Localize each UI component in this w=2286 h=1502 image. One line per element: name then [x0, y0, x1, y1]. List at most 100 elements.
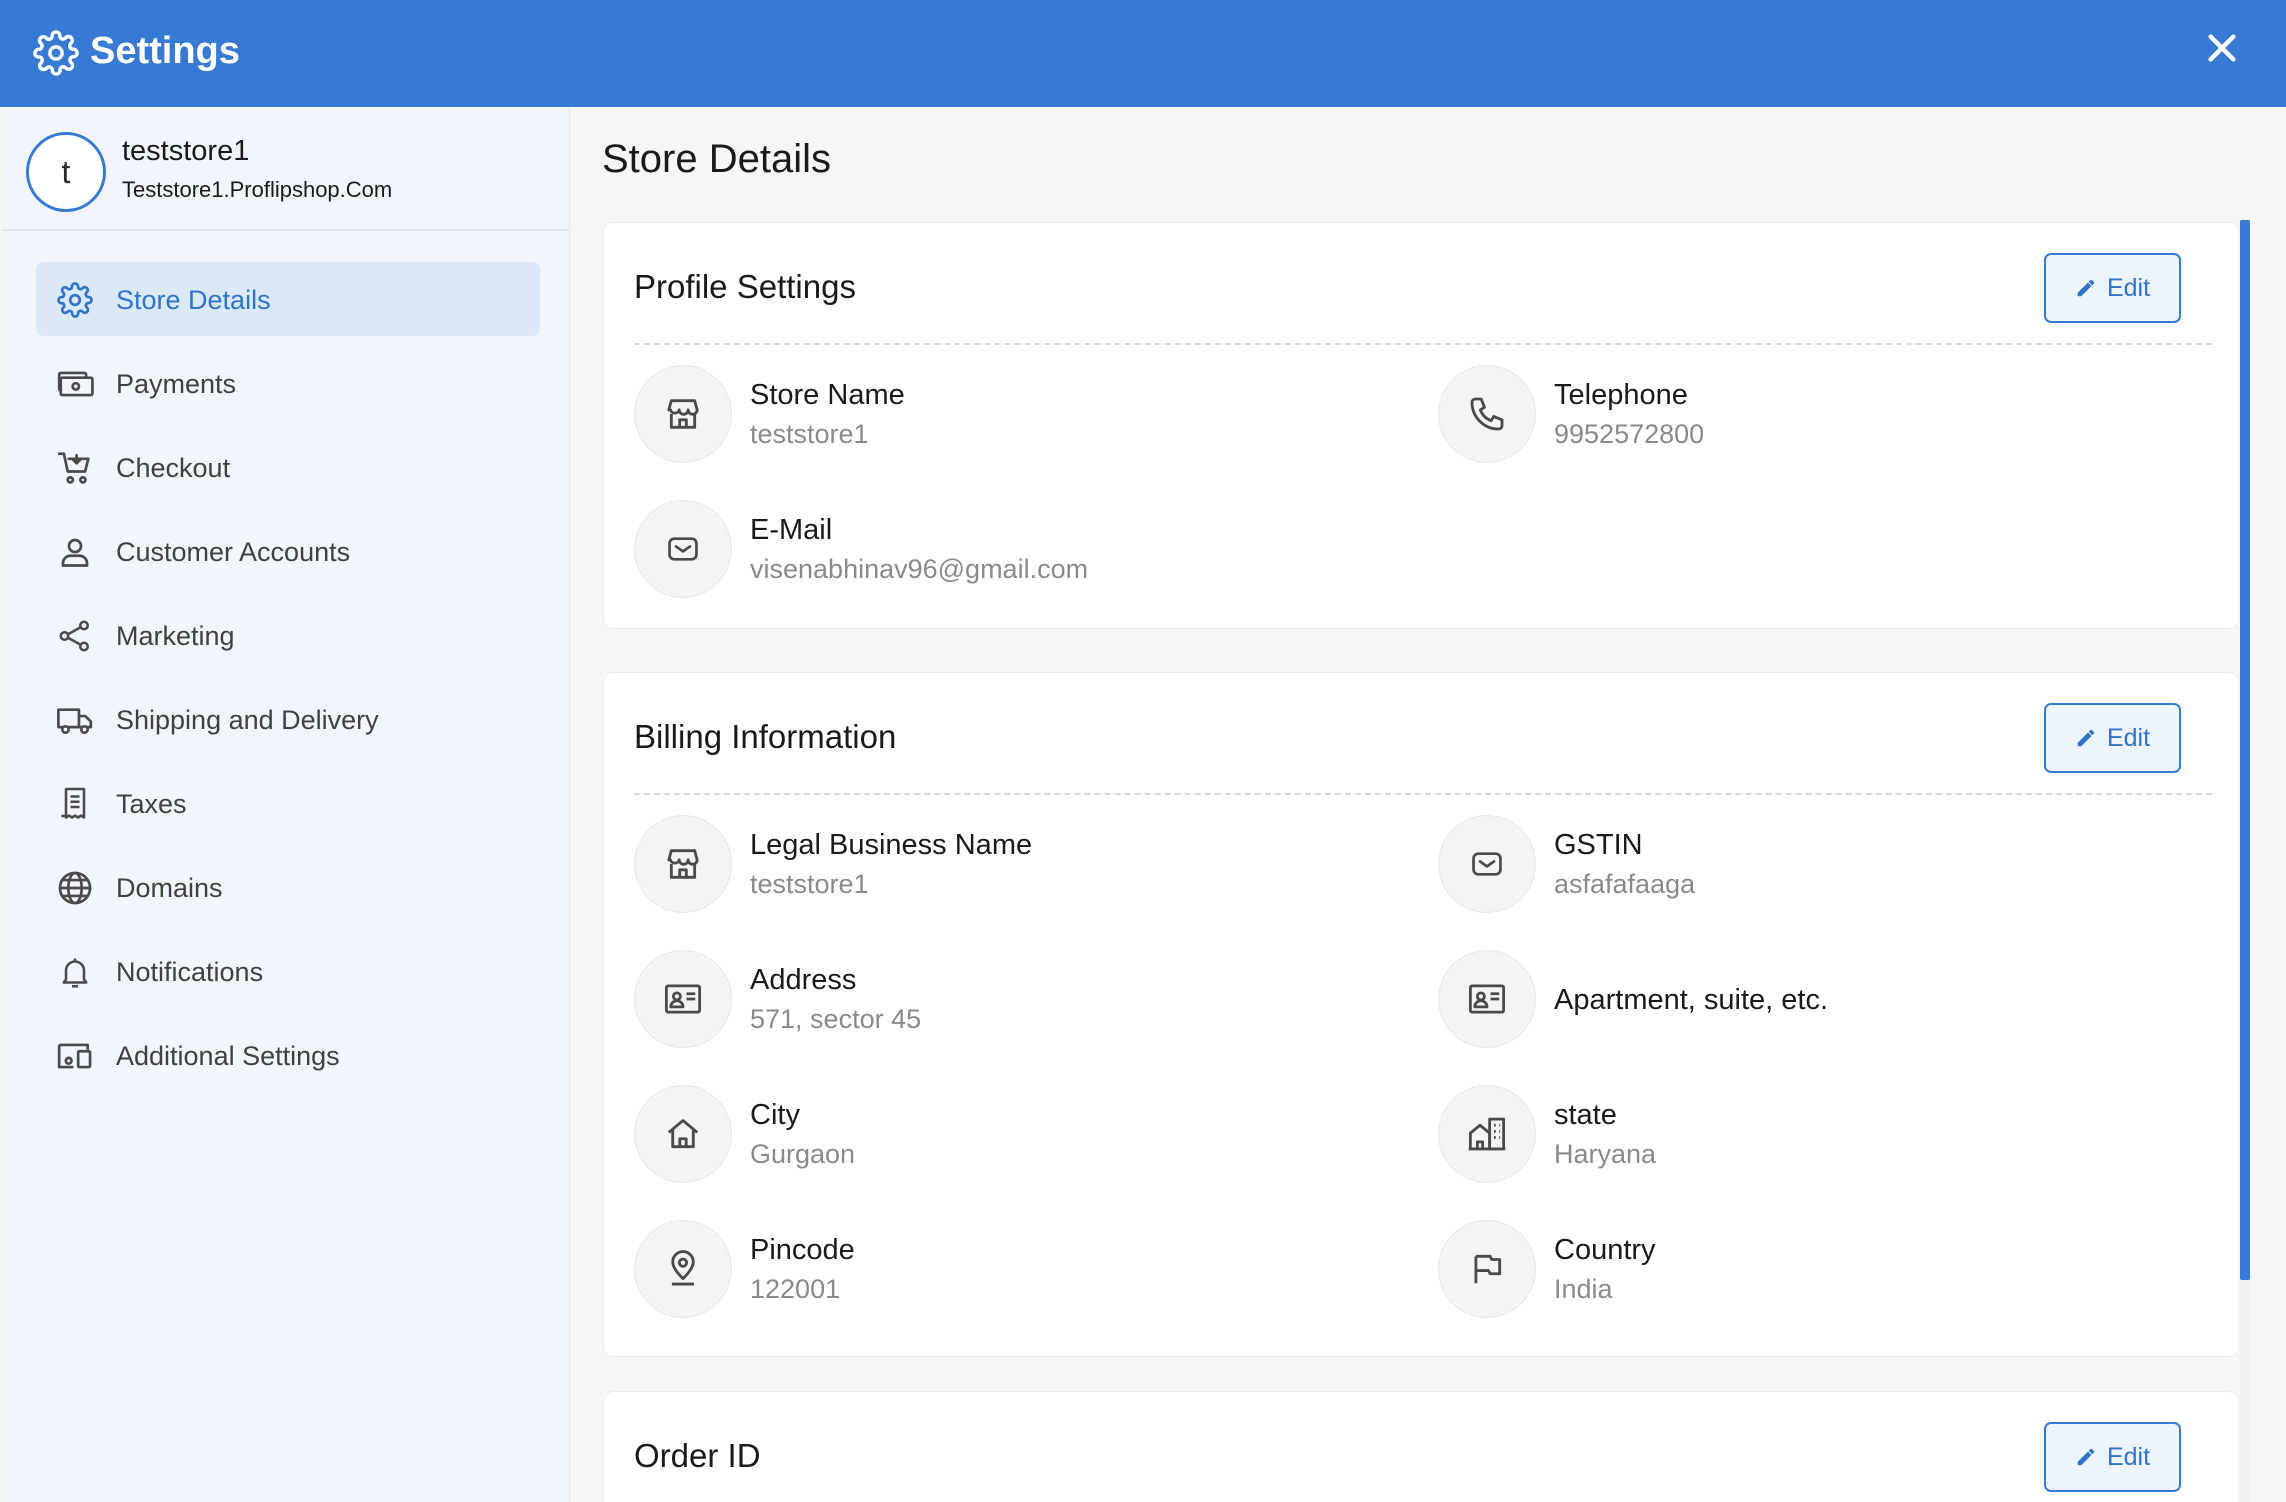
- sidebar-item-shipping[interactable]: Shipping and Delivery: [36, 682, 540, 756]
- field-label: Telephone: [1554, 379, 1688, 411]
- gstin-field: GSTIN asfafafaaga: [1438, 815, 2178, 915]
- id-card-icon: [1438, 950, 1536, 1048]
- sidebar-item-label: Store Details: [116, 285, 271, 315]
- store-url: Teststore1.Proflipshop.Com: [122, 177, 393, 202]
- email-field: E-Mail visenabhinav96@gmail.com: [634, 500, 1374, 600]
- sidebar-item-label: Checkout: [116, 453, 231, 483]
- edit-label: Edit: [2106, 273, 2151, 302]
- profile-settings-card: Profile Settings Edit Store Name teststo…: [603, 222, 2239, 629]
- field-label: state: [1554, 1099, 1617, 1131]
- sidebar-item-customer-accounts[interactable]: Customer Accounts: [36, 514, 540, 588]
- divider: [634, 793, 2212, 795]
- card-title: Profile Settings: [634, 268, 856, 305]
- avatar: t: [26, 132, 106, 212]
- country-field: Country India: [1438, 1220, 2178, 1320]
- field-label: Country: [1554, 1234, 1656, 1266]
- field-value: Gurgaon: [750, 1139, 856, 1169]
- bell-icon: [56, 953, 94, 991]
- edit-billing-button[interactable]: Edit: [2044, 703, 2181, 773]
- field-value: teststore1: [750, 869, 869, 899]
- scrollbar-thumb[interactable]: [2240, 220, 2250, 1280]
- city-field: City Gurgaon: [634, 1085, 1374, 1185]
- user-icon: [56, 533, 94, 571]
- field-label: Legal Business Name: [750, 829, 1033, 861]
- pencil-icon: [2075, 1446, 2097, 1468]
- field-value: 571, sector 45: [750, 1004, 922, 1034]
- field-value: asfafafaaga: [1554, 869, 1696, 899]
- id-card-icon: [634, 950, 732, 1048]
- store-name: teststore1: [122, 135, 250, 167]
- store-icon: [634, 365, 732, 463]
- card-title: Billing Information: [634, 718, 897, 755]
- sidebar-item-label: Customer Accounts: [116, 537, 351, 567]
- store-card: t teststore1 Teststore1.Proflipshop.Com: [2, 107, 570, 231]
- sidebar-item-label: Shipping and Delivery: [116, 705, 379, 735]
- sidebar-item-store-details[interactable]: Store Details: [36, 262, 540, 336]
- mail-icon: [1438, 815, 1536, 913]
- edit-label: Edit: [2106, 723, 2151, 752]
- field-value: visenabhinav96@gmail.com: [750, 554, 1089, 584]
- mail-icon: [634, 500, 732, 598]
- store-icon: [634, 815, 732, 913]
- share-icon: [56, 617, 94, 655]
- phone-icon: [1438, 365, 1536, 463]
- sidebar-item-label: Notifications: [116, 957, 264, 987]
- field-value: Haryana: [1554, 1139, 1657, 1169]
- field-label: Store Name: [750, 379, 905, 411]
- sidebar-item-marketing[interactable]: Marketing: [36, 598, 540, 672]
- gear-icon: [56, 281, 94, 319]
- close-button[interactable]: [2196, 22, 2248, 74]
- devices-icon: [56, 1037, 94, 1075]
- buildings-icon: [1438, 1085, 1536, 1183]
- cart-icon: [56, 449, 94, 487]
- field-label: GSTIN: [1554, 829, 1643, 861]
- field-value: India: [1554, 1274, 1613, 1304]
- home-icon: [634, 1085, 732, 1183]
- settings-sidebar: t teststore1 Teststore1.Proflipshop.Com …: [2, 107, 570, 1502]
- sidebar-item-label: Domains: [116, 873, 223, 903]
- globe-icon: [56, 869, 94, 907]
- settings-window: Settings t teststore1 Teststore1.Proflip…: [0, 0, 2286, 1502]
- sidebar-item-payments[interactable]: Payments: [36, 346, 540, 420]
- edit-profile-button[interactable]: Edit: [2044, 253, 2181, 323]
- field-label: Pincode: [750, 1234, 855, 1266]
- divider: [634, 343, 2212, 345]
- card-title: Order ID: [634, 1437, 761, 1474]
- flag-icon: [1438, 1220, 1536, 1318]
- field-label: Address: [750, 964, 857, 996]
- scrollbar[interactable]: [2240, 220, 2250, 1502]
- field-value: teststore1: [750, 419, 869, 449]
- sidebar-item-checkout[interactable]: Checkout: [36, 430, 540, 504]
- settings-title: Settings: [90, 30, 240, 72]
- close-icon: [2205, 31, 2239, 65]
- edit-order-id-button[interactable]: Edit: [2044, 1422, 2181, 1492]
- location-pin-icon: [634, 1220, 732, 1318]
- sidebar-item-taxes[interactable]: Taxes: [36, 766, 540, 840]
- sidebar-item-label: Taxes: [116, 789, 187, 819]
- pencil-icon: [2075, 727, 2097, 749]
- legal-business-name-field: Legal Business Name teststore1: [634, 815, 1374, 915]
- sidebar-item-domains[interactable]: Domains: [36, 850, 540, 924]
- edit-label: Edit: [2106, 1442, 2151, 1471]
- address-field: Address 571, sector 45: [634, 950, 1374, 1050]
- pencil-icon: [2075, 277, 2097, 299]
- settings-header: Settings: [0, 0, 2286, 107]
- telephone-field: Telephone 9952572800: [1438, 365, 2178, 465]
- sidebar-item-label: Additional Settings: [116, 1041, 340, 1071]
- field-value: 122001: [750, 1274, 841, 1304]
- field-label: City: [750, 1099, 800, 1131]
- sidebar-item-additional-settings[interactable]: Additional Settings: [36, 1018, 540, 1092]
- sidebar-item-notifications[interactable]: Notifications: [36, 934, 540, 1008]
- settings-nav: Store Details Payments Checkout Customer…: [36, 262, 540, 1102]
- sidebar-item-label: Marketing: [116, 621, 235, 651]
- payments-icon: [56, 365, 94, 403]
- order-id-card: Order ID Edit: [603, 1391, 2239, 1502]
- field-value: 9952572800: [1554, 419, 1705, 449]
- truck-icon: [56, 701, 94, 739]
- sidebar-item-label: Payments: [116, 369, 237, 399]
- main-content: Store Details Profile Settings Edit Stor…: [572, 107, 2286, 1502]
- field-label: E-Mail: [750, 514, 833, 546]
- page-title: Store Details: [602, 137, 831, 181]
- pincode-field: Pincode 122001: [634, 1220, 1374, 1320]
- apartment-field: Apartment, suite, etc.: [1438, 950, 2178, 1050]
